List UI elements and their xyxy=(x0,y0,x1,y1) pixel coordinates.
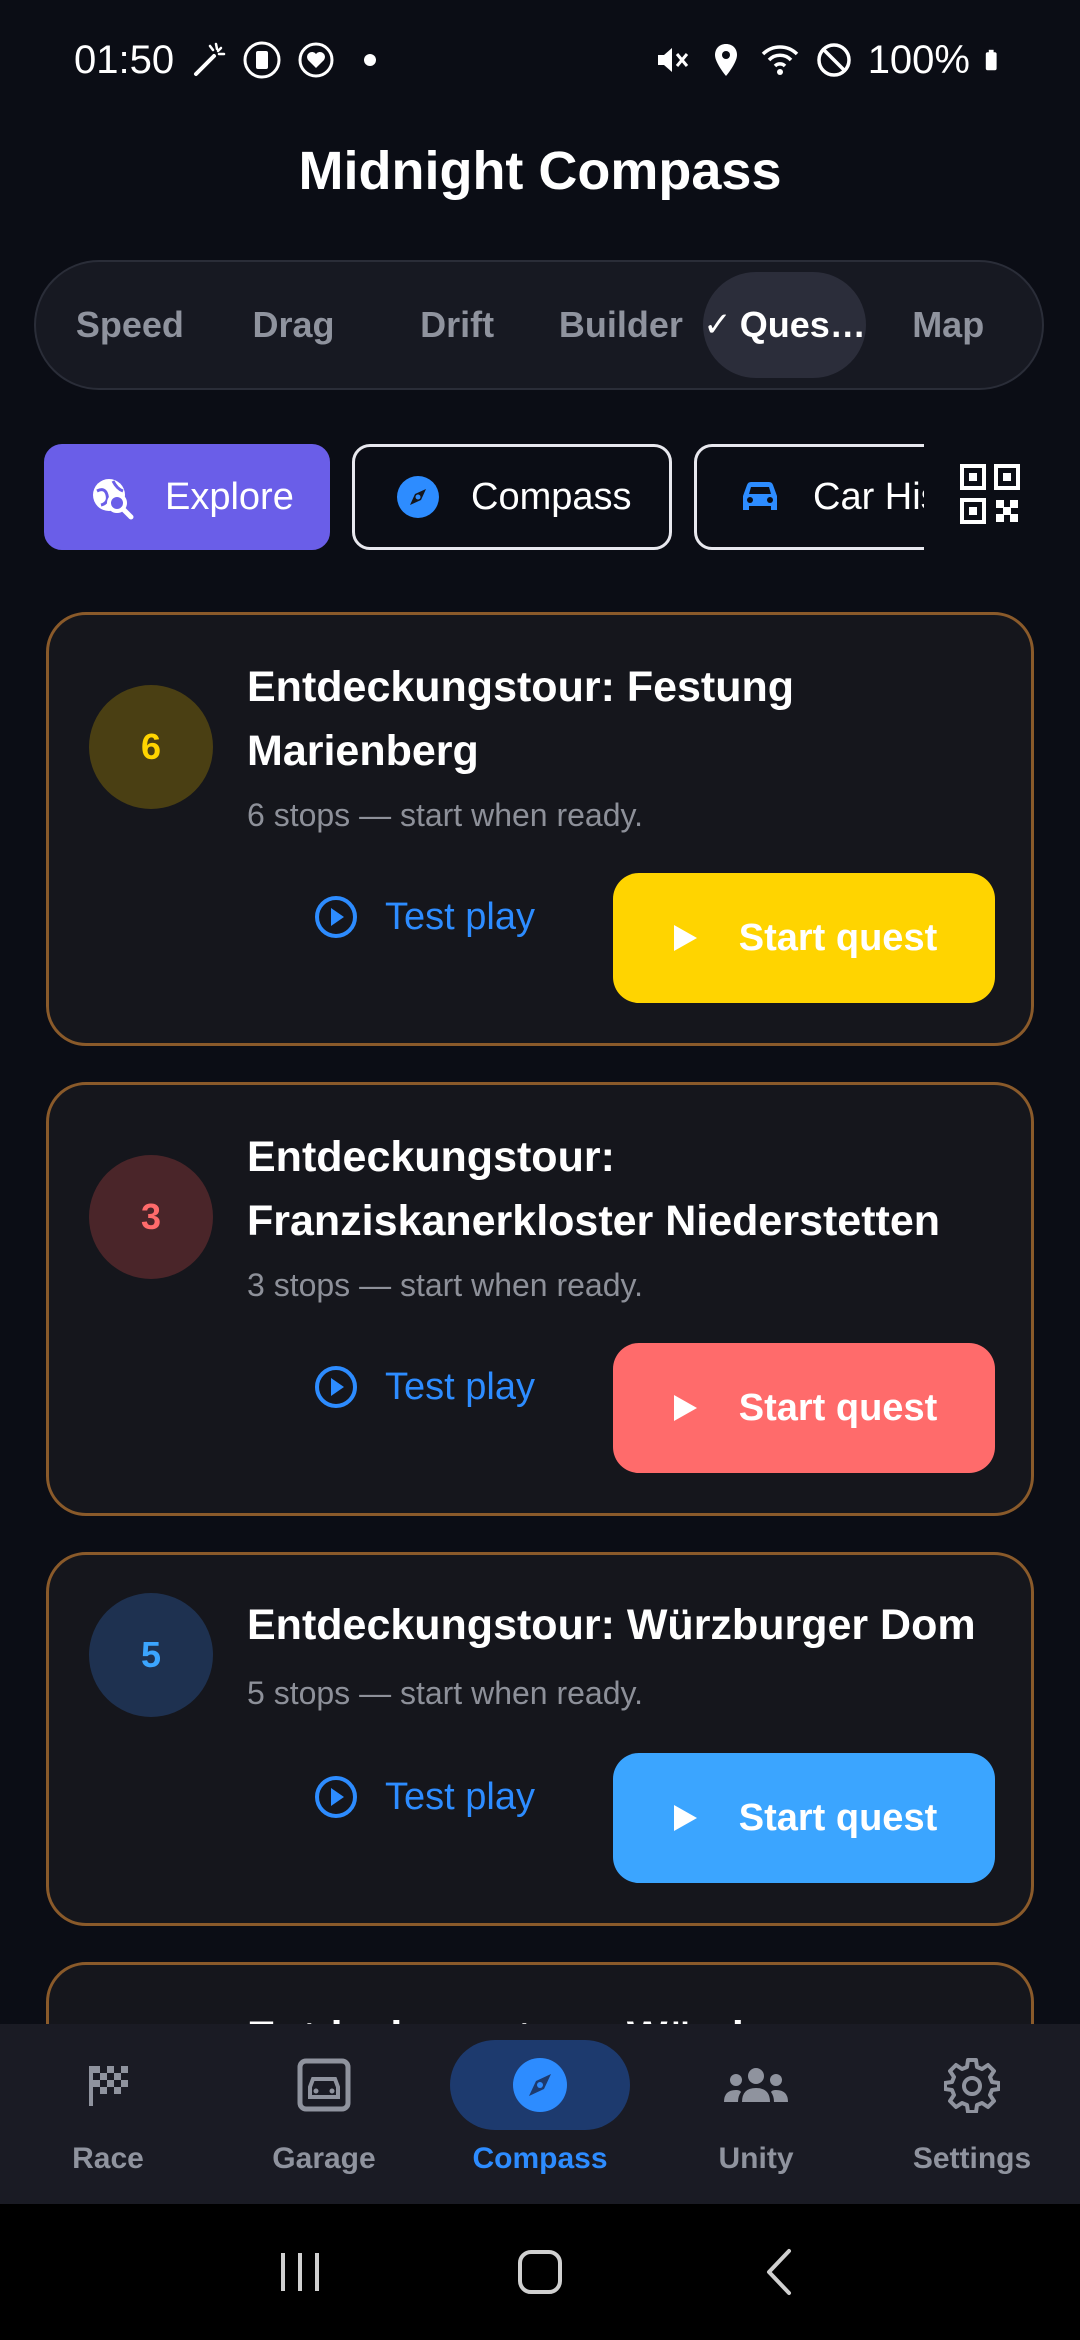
quest-card: 6 Entdeckungstour: Festung Marienberg 6 … xyxy=(46,612,1034,1046)
chip-label: Compass xyxy=(471,475,632,518)
test-play-button[interactable]: Test play xyxy=(313,1347,535,1427)
location-icon xyxy=(714,44,737,76)
dot-icon xyxy=(364,54,377,66)
battery-icon xyxy=(985,49,997,71)
check-icon: ✓ xyxy=(703,306,732,344)
sim-icon xyxy=(243,41,281,79)
stops-badge: 6 xyxy=(89,685,213,809)
start-quest-button[interactable]: Start quest xyxy=(613,1753,995,1883)
nav-icon-wrap xyxy=(882,2040,1062,2130)
car-history-chip[interactable]: Car His xyxy=(694,444,924,550)
group-icon xyxy=(724,2068,788,2102)
chip-label: Car His xyxy=(813,475,924,518)
system-navigation xyxy=(0,2204,1080,2340)
globe-search-icon xyxy=(93,479,134,520)
back-icon[interactable] xyxy=(755,2247,805,2297)
tab-label: Drag xyxy=(252,304,335,345)
tab-label: Drift xyxy=(420,304,495,345)
play-icon xyxy=(673,1805,697,1831)
nav-compass[interactable]: Compass xyxy=(432,2024,648,2204)
battery-percent: 100% xyxy=(867,37,970,82)
test-play-label: Test play xyxy=(385,1365,535,1408)
tab-drift[interactable]: Drift xyxy=(375,272,539,378)
tab-label: Ques… xyxy=(739,304,866,345)
wifi-icon xyxy=(761,45,798,75)
play-icon xyxy=(673,925,697,951)
play-circle-icon xyxy=(315,1776,357,1818)
status-bar: 01:50 100% xyxy=(0,0,1080,120)
play-circle-icon xyxy=(315,1366,357,1408)
tab-map[interactable]: Map xyxy=(866,272,1030,378)
tab-quests[interactable]: ✓ Ques… xyxy=(702,272,867,378)
mode-segmented-control: Speed Drag Drift Builder ✓ Ques… Map xyxy=(34,260,1044,390)
nav-label: Compass xyxy=(472,2142,608,2175)
tab-builder[interactable]: Builder xyxy=(539,272,703,378)
nav-unity[interactable]: Unity xyxy=(648,2024,864,2204)
test-play-button[interactable]: Test play xyxy=(313,877,535,957)
start-quest-label: Start quest xyxy=(738,1796,938,1839)
quest-title: Entdeckungstour: Würzburger Dom xyxy=(247,1601,976,1649)
heart-monitor-icon xyxy=(298,42,334,78)
quest-subtitle: 3 stops — start when ready. xyxy=(247,1267,644,1303)
nav-icon-wrap xyxy=(234,2040,414,2130)
nav-icon-wrap xyxy=(666,2040,846,2130)
compass-chip[interactable]: Compass xyxy=(352,444,672,550)
quest-title: Entdeckungstour: Festung Marienberg xyxy=(247,663,795,775)
quest-subtitle: 5 stops — start when ready. xyxy=(247,1675,644,1711)
nav-icon-wrap xyxy=(18,2040,198,2130)
tab-drag[interactable]: Drag xyxy=(212,272,376,378)
garage-icon xyxy=(297,2058,351,2112)
play-icon xyxy=(673,1395,697,1421)
stops-badge: 5 xyxy=(89,1593,213,1717)
car-icon xyxy=(743,482,777,510)
start-quest-label: Start quest xyxy=(738,1386,938,1429)
nav-label: Race xyxy=(72,2142,144,2175)
filter-chips: Explore Compass Car His xyxy=(44,444,924,552)
test-play-label: Test play xyxy=(385,895,535,938)
recents-icon[interactable] xyxy=(275,2247,325,2297)
compass-icon xyxy=(397,476,439,518)
dnd-icon xyxy=(816,43,851,77)
magic-wand-icon xyxy=(194,42,226,76)
home-icon[interactable] xyxy=(515,2247,565,2297)
start-quest-label: Start quest xyxy=(738,916,938,959)
checkered-flag-icon xyxy=(89,2066,128,2106)
gear-icon xyxy=(944,2058,1000,2113)
start-quest-button[interactable]: Start quest xyxy=(613,873,995,1003)
chip-label: Explore xyxy=(165,475,294,518)
bottom-navigation: Race Garage Compass Unity Settings xyxy=(0,2024,1080,2204)
status-time: 01:50 xyxy=(74,37,175,82)
nav-settings[interactable]: Settings xyxy=(864,2024,1080,2204)
page-title: Midnight Compass xyxy=(298,141,782,201)
test-play-label: Test play xyxy=(385,1775,535,1818)
nav-label: Settings xyxy=(912,2142,1032,2175)
quest-card: 3 Entdeckungstour: Franziskanerkloster N… xyxy=(46,1082,1034,1516)
nav-label: Garage xyxy=(272,2142,376,2175)
tab-label: Map xyxy=(912,304,985,345)
status-right: 100% xyxy=(652,38,1008,83)
stops-badge: 3 xyxy=(89,1155,213,1279)
status-left: 01:50 xyxy=(74,38,390,83)
tab-label: Speed xyxy=(75,304,184,345)
quest-card: 5 Entdeckungstour: Würzburger Dom 5 stop… xyxy=(46,1552,1034,1926)
tab-speed[interactable]: Speed xyxy=(48,272,212,378)
quest-title: Entdeckungstour: Franziskanerkloster Nie… xyxy=(247,1133,941,1245)
tab-label: Builder xyxy=(558,304,683,345)
qr-code-icon[interactable] xyxy=(958,462,1022,526)
compass-icon xyxy=(513,2058,567,2112)
test-play-button[interactable]: Test play xyxy=(313,1757,535,1837)
nav-garage[interactable]: Garage xyxy=(216,2024,432,2204)
play-circle-icon xyxy=(315,896,357,938)
explore-chip[interactable]: Explore xyxy=(44,444,330,550)
mute-icon xyxy=(657,48,688,72)
quest-subtitle: 6 stops — start when ready. xyxy=(247,797,644,833)
nav-icon-wrap xyxy=(450,2040,630,2130)
nav-race[interactable]: Race xyxy=(0,2024,216,2204)
start-quest-button[interactable]: Start quest xyxy=(613,1343,995,1473)
nav-label: Unity xyxy=(718,2142,794,2175)
